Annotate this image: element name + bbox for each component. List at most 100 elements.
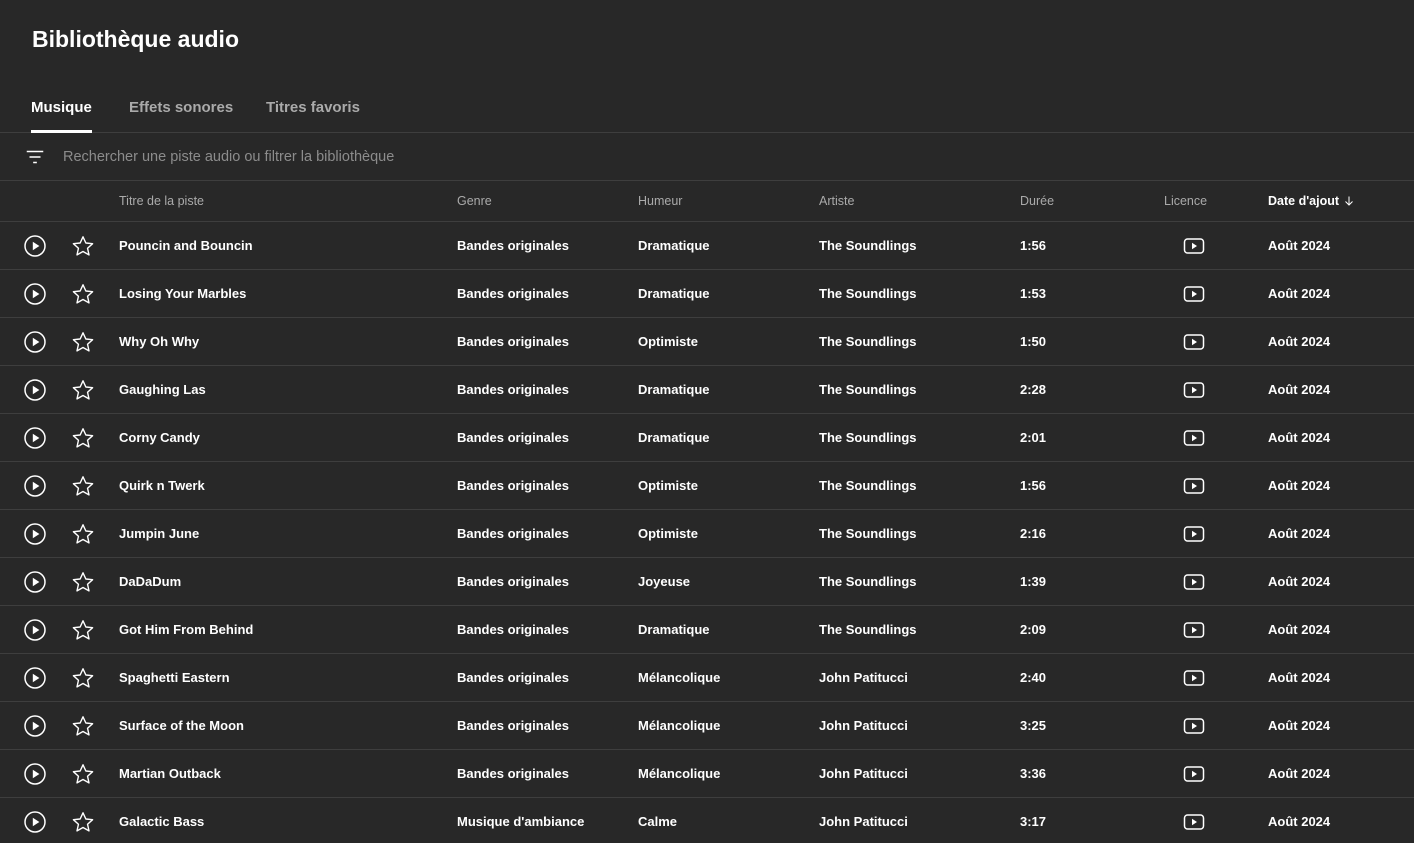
table-row[interactable]: Spaghetti Eastern Bandes originales Mélanc… [0,654,1414,702]
track-artist: The Soundlings [819,622,917,637]
star-icon[interactable] [71,474,95,498]
track-title: Jumpin June [119,526,200,541]
track-date-added: Août 2024 [1268,334,1331,349]
star-icon[interactable] [71,618,95,642]
track-mood: Dramatique [638,238,710,253]
track-mood: Joyeuse [638,574,691,589]
table-row[interactable]: Corny Candy Bandes originales Dramatique Th… [0,414,1414,462]
track-title: DaDaDum [119,574,182,589]
track-duration: 1:56 [1020,238,1047,253]
column-header-duration[interactable]: Durée [1020,181,1054,221]
youtube-license-icon[interactable] [1183,812,1205,832]
star-icon[interactable] [71,282,95,306]
track-mood: Dramatique [638,382,710,397]
play-icon[interactable] [23,762,47,786]
play-icon[interactable] [23,282,47,306]
star-icon[interactable] [71,570,95,594]
column-header-date-added[interactable]: Date d'ajout [1268,181,1355,221]
play-icon[interactable] [23,714,47,738]
play-icon[interactable] [23,666,47,690]
youtube-license-icon[interactable] [1183,476,1205,496]
youtube-license-icon[interactable] [1183,236,1205,256]
play-icon[interactable] [23,378,47,402]
youtube-license-icon[interactable] [1183,572,1205,592]
track-artist: The Soundlings [819,334,917,349]
track-title: Martian Outback [119,766,221,781]
track-duration: 1:56 [1020,478,1047,493]
track-artist: John Patitucci [819,766,908,781]
column-header-mood[interactable]: Humeur [638,181,682,221]
table-row[interactable]: Quirk n Twerk Bandes originales Optimiste T… [0,462,1414,510]
youtube-license-icon[interactable] [1183,524,1205,544]
track-date-added: Août 2024 [1268,718,1331,733]
play-icon[interactable] [23,810,47,834]
play-icon[interactable] [23,234,47,258]
track-title: Quirk n Twerk [119,478,205,493]
table-row[interactable]: Jumpin June Bandes originales Optimiste The… [0,510,1414,558]
youtube-license-icon[interactable] [1183,764,1205,784]
star-icon[interactable] [71,330,95,354]
track-title: Corny Candy [119,430,200,445]
play-icon[interactable] [23,474,47,498]
star-icon[interactable] [71,762,95,786]
track-mood: Calme [638,814,678,829]
track-mood: Optimiste [638,526,698,541]
track-artist: The Soundlings [819,526,917,541]
play-icon[interactable] [23,426,47,450]
tab-music[interactable]: Musique [31,84,92,133]
tab-sound-effects[interactable]: Effets sonores [129,84,233,132]
table-row[interactable]: Gaughing Las Bandes originales Dramatique T… [0,366,1414,414]
column-header-artist[interactable]: Artiste [819,181,854,221]
youtube-license-icon[interactable] [1183,380,1205,400]
star-icon[interactable] [71,426,95,450]
star-icon[interactable] [71,714,95,738]
track-duration: 2:16 [1020,526,1047,541]
track-artist: The Soundlings [819,286,917,301]
track-artist: The Soundlings [819,574,917,589]
table-row[interactable]: Galactic Bass Musique d'ambiance Calme John… [0,798,1414,843]
youtube-license-icon[interactable] [1183,668,1205,688]
table-header: Titre de la piste Genre Humeur Artiste D… [0,181,1414,222]
star-icon[interactable] [71,666,95,690]
track-genre: Bandes originales [457,766,569,781]
play-icon[interactable] [23,522,47,546]
youtube-license-icon[interactable] [1183,332,1205,352]
track-mood: Mélancolique [638,670,721,685]
table-row[interactable]: DaDaDum Bandes originales Joyeuse The Sound… [0,558,1414,606]
column-header-title[interactable]: Titre de la piste [119,181,204,221]
track-title: Got Him From Behind [119,622,254,637]
track-duration: 1:50 [1020,334,1047,349]
track-duration: 2:40 [1020,670,1047,685]
youtube-license-icon[interactable] [1183,284,1205,304]
table-row[interactable]: Losing Your Marbles Bandes originales Dram… [0,270,1414,318]
play-icon[interactable] [23,570,47,594]
table-row[interactable]: Got Him From Behind Bandes originales Dram… [0,606,1414,654]
star-icon[interactable] [71,810,95,834]
tab-favorites[interactable]: Titres favoris [266,84,360,132]
track-genre: Bandes originales [457,574,569,589]
youtube-license-icon[interactable] [1183,716,1205,736]
search-input[interactable] [63,143,863,171]
table-row[interactable]: Why Oh Why Bandes originales Optimiste The … [0,318,1414,366]
youtube-license-icon[interactable] [1183,620,1205,640]
play-icon[interactable] [23,330,47,354]
track-title: Pouncin and Bouncin [119,238,253,253]
table-row[interactable]: Pouncin and Bouncin Bandes originales Dram… [0,222,1414,270]
table-row[interactable]: Surface of the Moon Bandes originales Méla… [0,702,1414,750]
star-icon[interactable] [71,378,95,402]
track-mood: Dramatique [638,286,710,301]
star-icon[interactable] [71,234,95,258]
track-duration: 1:39 [1020,574,1047,589]
youtube-license-icon[interactable] [1183,428,1205,448]
filter-icon[interactable] [24,146,46,168]
column-header-genre[interactable]: Genre [457,181,492,221]
track-genre: Bandes originales [457,670,569,685]
column-header-license[interactable]: Licence [1164,181,1207,221]
star-icon[interactable] [71,522,95,546]
filter-bar [0,133,1414,181]
track-duration: 3:25 [1020,718,1047,733]
play-icon[interactable] [23,618,47,642]
table-row[interactable]: Martian Outback Bandes originales Mélancol… [0,750,1414,798]
tab-bar: Musique Effets sonores Titres favoris [0,84,1414,133]
track-genre: Bandes originales [457,334,569,349]
